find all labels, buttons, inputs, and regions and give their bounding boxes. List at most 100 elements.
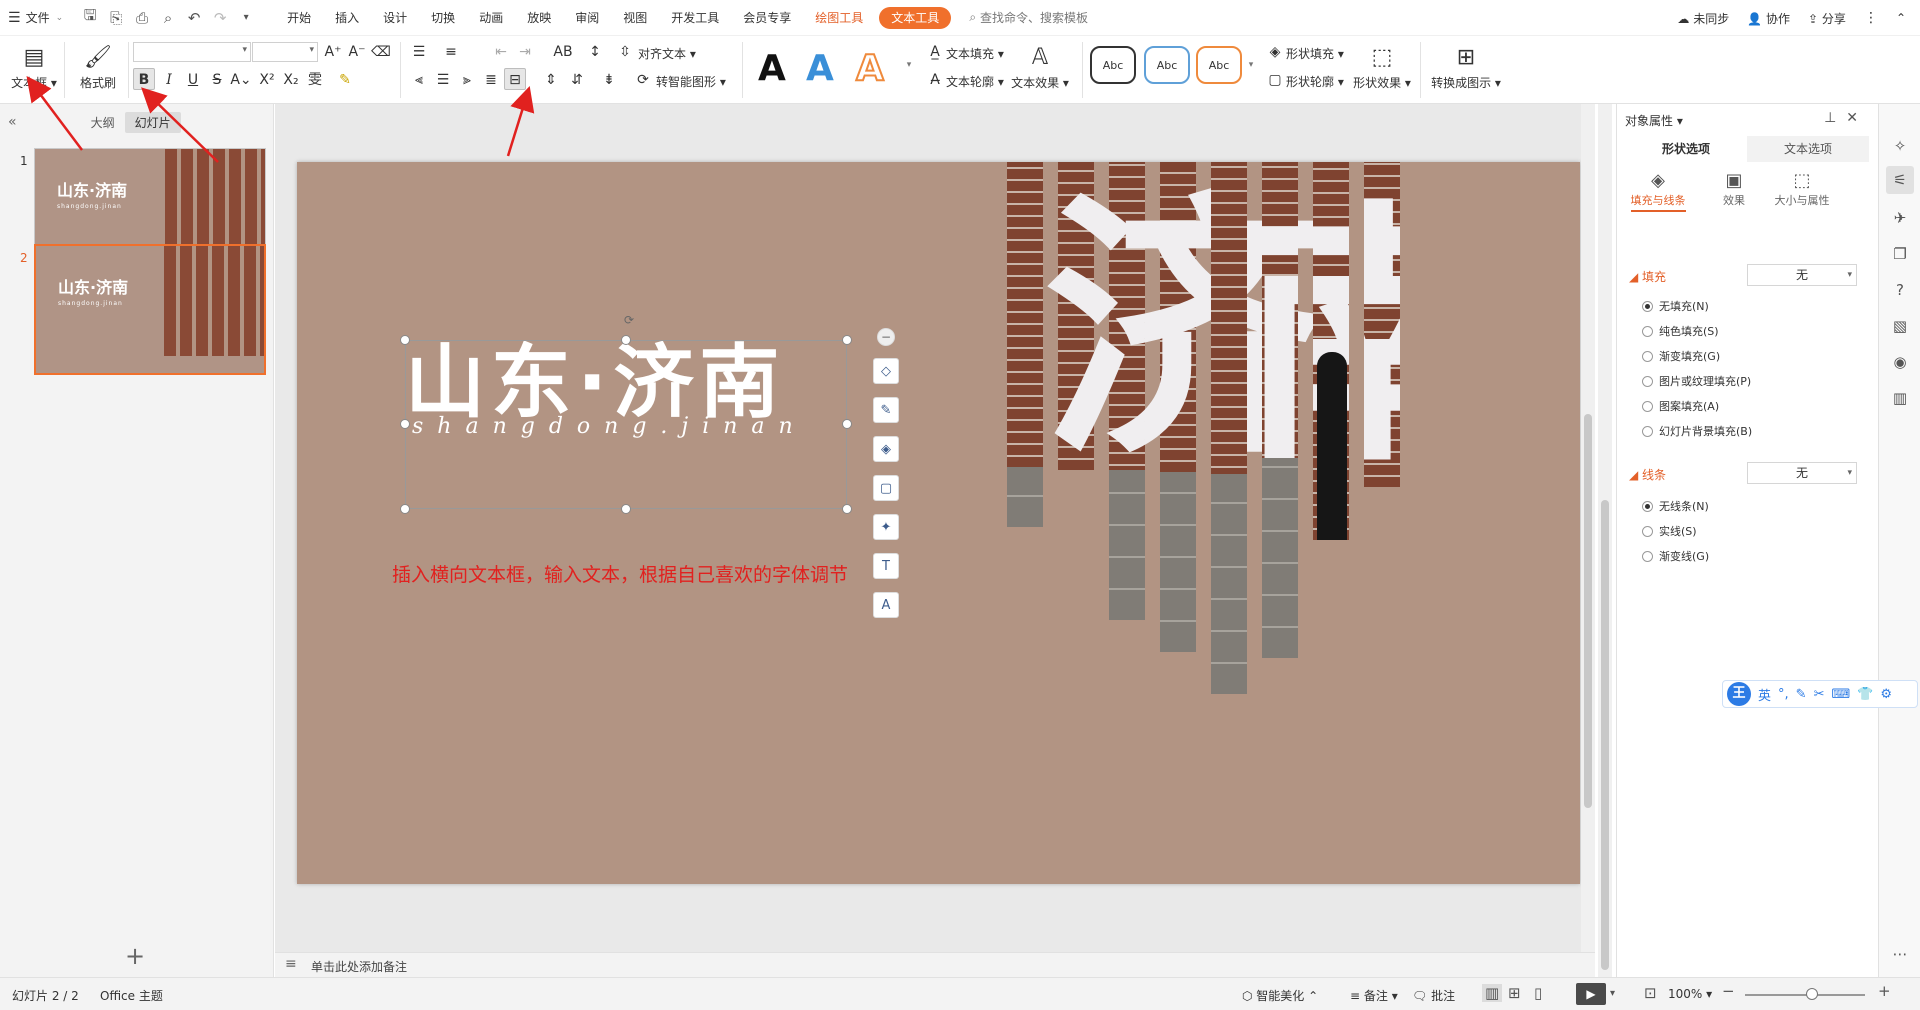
text-fill-icon[interactable]: A̲ xyxy=(924,41,946,63)
shape-style-orange[interactable]: Abc xyxy=(1196,46,1242,84)
resize-handle[interactable] xyxy=(400,504,410,514)
resize-handle[interactable] xyxy=(621,335,631,345)
shape-outline-label[interactable]: 形状轮廓 ▾ xyxy=(1286,73,1344,90)
play-button[interactable]: ▶ xyxy=(1576,983,1606,1005)
increase-indent-icon[interactable]: ⇥ xyxy=(514,41,536,63)
align-right-icon[interactable]: ⫸ xyxy=(456,69,478,91)
text-outline-icon[interactable]: A̶ xyxy=(924,69,946,91)
format-painter-button[interactable]: 🖌 格式刷 xyxy=(70,42,126,91)
tab-design[interactable]: 设计 xyxy=(371,0,419,36)
increase-font-icon[interactable]: A⁺ xyxy=(322,41,344,63)
add-slide-button[interactable]: + xyxy=(125,942,145,970)
distribute-icon[interactable]: ⊟ xyxy=(504,68,526,90)
highlight-icon[interactable]: ✎ xyxy=(334,69,356,91)
text-direction-icon[interactable]: AB xyxy=(552,41,574,63)
resize-handle[interactable] xyxy=(842,335,852,345)
share-button[interactable]: ⇪ 分享 xyxy=(1808,10,1846,27)
command-search[interactable]: ⌕ 查找命令、搜索模板 xyxy=(969,9,1088,26)
justify-icon[interactable]: ≣ xyxy=(480,69,502,91)
rotate-handle-icon[interactable]: ⟳ xyxy=(621,312,637,328)
resize-handle[interactable] xyxy=(842,419,852,429)
text-effect-button[interactable]: 𝔸 文本效果 ▾ xyxy=(1011,42,1069,91)
editor-scrollbar[interactable] xyxy=(1581,104,1595,952)
bold-icon[interactable]: B xyxy=(133,68,155,90)
font-size-select[interactable]: ▾ xyxy=(252,42,318,62)
italic-icon[interactable]: I xyxy=(158,69,180,91)
phonetic-guide-icon[interactable]: 雯 xyxy=(304,69,326,91)
tab-insert[interactable]: 插入 xyxy=(323,0,371,36)
fill-option-gradient[interactable]: 渐变填充(G) xyxy=(1642,348,1720,364)
fill-bucket-icon[interactable]: ◈ xyxy=(873,436,899,462)
fit-window-icon[interactable]: ⊡ xyxy=(1644,984,1657,1002)
customize-qa-icon[interactable]: ▾ xyxy=(233,12,259,23)
wordart-preset-black[interactable]: A xyxy=(758,48,786,89)
theme-name[interactable]: Office 主题 xyxy=(100,987,163,1004)
superscript-icon[interactable]: X² xyxy=(256,69,278,91)
help-icon[interactable]: ? xyxy=(1890,280,1910,300)
print-icon[interactable]: ⎙ xyxy=(129,9,155,27)
text-fill-label[interactable]: 文本填充 ▾ xyxy=(946,45,1004,62)
resize-handle[interactable] xyxy=(621,504,631,514)
bullets-icon[interactable]: ☰ xyxy=(408,41,430,63)
tab-outline[interactable]: 大纲 xyxy=(81,112,125,133)
ime-mode[interactable]: 英 xyxy=(1758,685,1771,704)
sort-icon[interactable]: ↕ xyxy=(584,41,606,63)
layers-icon[interactable]: ◇ xyxy=(873,358,899,384)
panel-title[interactable]: 对象属性 ▾ xyxy=(1625,112,1683,129)
underline-icon[interactable]: U xyxy=(182,69,204,91)
shape-effect-button[interactable]: ⬚ 形状效果 ▾ xyxy=(1352,42,1412,91)
smart-beautify-button[interactable]: ⬡ 智能美化 ⌃ xyxy=(1242,987,1318,1004)
tab-drawing-tools[interactable]: 绘图工具 xyxy=(803,0,875,36)
tab-developer[interactable]: 开发工具 xyxy=(659,0,731,36)
tab-view[interactable]: 视图 xyxy=(611,0,659,36)
align-text-label[interactable]: 对齐文本 ▾ xyxy=(638,45,696,62)
smart-shape-icon[interactable]: ⟳ xyxy=(632,69,654,91)
undo-icon[interactable]: ↶ xyxy=(181,9,207,27)
sync-status[interactable]: ☁ 未同步 xyxy=(1677,10,1729,27)
slide-canvas[interactable]: 济 济 济 南 南 xyxy=(297,162,1580,884)
fill-section-header[interactable]: ◢ 填充 xyxy=(1629,268,1666,285)
shape-style-more-icon[interactable]: ▾ xyxy=(1240,54,1262,76)
ime-keyboard-icon[interactable]: ⌨ xyxy=(1831,687,1850,702)
fill-option-none[interactable]: 无填充(N) xyxy=(1642,298,1709,314)
convert-diagram-button[interactable]: ⊞ 转换成图示 ▾ xyxy=(1430,42,1502,91)
ime-pen-icon[interactable]: ✎ xyxy=(1796,687,1807,702)
shape-fill-icon[interactable]: ◈ xyxy=(1264,41,1286,63)
ime-toolbar[interactable]: 王 英 °, ✎ ✂ ⌨ 👕 ⚙ xyxy=(1722,680,1918,708)
ime-skin-icon[interactable]: 👕 xyxy=(1857,687,1873,702)
zoom-slider-knob[interactable] xyxy=(1806,988,1818,1000)
shape-outline-icon[interactable]: ▢ xyxy=(1264,69,1286,91)
save-icon[interactable]: 🖫 xyxy=(77,5,103,30)
fill-option-picture[interactable]: 图片或纹理填充(P) xyxy=(1642,373,1751,389)
ime-scissors-icon[interactable]: ✂ xyxy=(1814,687,1825,702)
resize-handle[interactable] xyxy=(400,419,410,429)
pin-icon[interactable]: ⊥ xyxy=(1824,110,1846,126)
textbox-selection-frame[interactable] xyxy=(405,340,847,509)
text-format-icon[interactable]: A xyxy=(873,592,899,618)
tab-transition[interactable]: 切换 xyxy=(419,0,467,36)
collab-button[interactable]: 👤 协作 xyxy=(1747,10,1790,27)
pen-icon[interactable]: ✎ xyxy=(873,397,899,423)
tab-review[interactable]: 审阅 xyxy=(563,0,611,36)
fill-option-solid[interactable]: 纯色填充(S) xyxy=(1642,323,1719,339)
subtab-fill-line[interactable]: ◈ 填充与线条 xyxy=(1623,170,1693,212)
book-icon[interactable]: ▥ xyxy=(1890,388,1910,408)
fill-option-slide-bg[interactable]: 幻灯片背景填充(B) xyxy=(1642,423,1752,439)
resize-handle[interactable] xyxy=(400,335,410,345)
normal-view-icon[interactable]: ▥ xyxy=(1482,984,1503,1002)
editor-scrollbar-thumb[interactable] xyxy=(1584,414,1592,808)
ime-settings-icon[interactable]: ⚙ xyxy=(1880,687,1892,702)
reading-view-icon[interactable]: ▯ xyxy=(1534,984,1542,1002)
subtab-size[interactable]: ⬚ 大小与属性 xyxy=(1767,170,1837,208)
wordart-preset-orange-outline[interactable]: A xyxy=(855,47,885,90)
panel-scrollbar-thumb[interactable] xyxy=(1601,500,1609,970)
textbox-button[interactable]: ▤ 文本框 ▾ xyxy=(6,42,62,91)
resize-handle[interactable] xyxy=(842,504,852,514)
font-family-select[interactable]: ▾ xyxy=(133,42,251,62)
notes-bar[interactable]: 单击此处添加备注 ≡ xyxy=(275,952,1595,977)
sorter-view-icon[interactable]: ⊞ xyxy=(1508,984,1521,1002)
ime-logo[interactable]: 王 xyxy=(1727,682,1751,706)
image-icon[interactable]: ▧ xyxy=(1890,316,1910,336)
print-preview-icon[interactable]: ⌕ xyxy=(155,9,181,27)
subscript-icon[interactable]: X₂ xyxy=(280,69,302,91)
